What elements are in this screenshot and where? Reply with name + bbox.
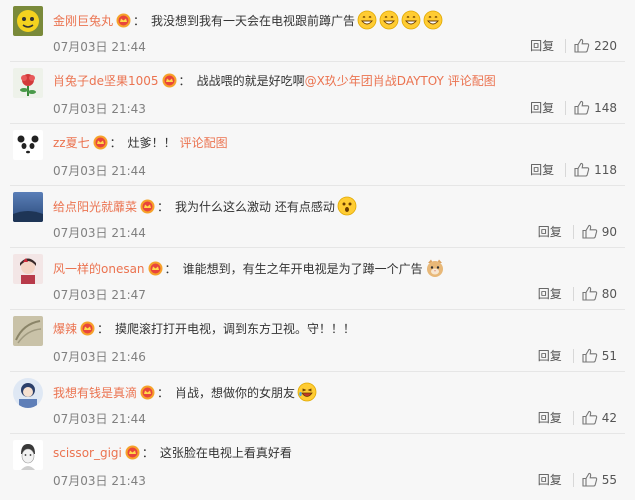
reply-button[interactable]: 回复 (538, 285, 562, 302)
like-count: 220 (594, 38, 617, 53)
avatar[interactable] (13, 254, 43, 284)
crown-badge-icon (140, 385, 155, 405)
comment-text: 战战喂的就是好吃啊 (196, 74, 305, 88)
like-button[interactable]: 148 (574, 100, 617, 115)
like-count: 90 (601, 224, 617, 239)
mention-link[interactable]: @X玖少年团肖战DAYTOY 评论配图 (305, 74, 496, 88)
username-link[interactable]: 我想有钱是真滴 (53, 386, 137, 400)
reply-button[interactable]: 回复 (538, 409, 562, 426)
username-link[interactable]: 给点阳光就蘼菜 (53, 200, 137, 214)
comment-text: 我没想到我有一天会在电视跟前蹲广告 (151, 14, 356, 28)
comment-item: zz夏七：灶爹！！ 评论配图 07月03日 21:44 回复 118 (0, 124, 635, 186)
comment-item: 肖兔子de坚果1005：战战喂的就是好吃啊@X玖少年团肖战DAYTOY 评论配图… (0, 62, 635, 124)
thumbs-up-icon (582, 286, 597, 301)
username-link[interactable]: 肖兔子de坚果1005 (53, 74, 159, 88)
avatar[interactable] (13, 316, 43, 346)
like-button[interactable]: 80 (582, 286, 617, 301)
avatar[interactable] (13, 378, 43, 408)
laugh-emoji-icon (297, 382, 317, 407)
cat-emoji-icon (425, 258, 445, 283)
thumbs-up-icon (582, 410, 597, 425)
thumbs-up-icon (582, 472, 597, 487)
grin-emoji-icon (423, 10, 443, 35)
like-count: 148 (594, 100, 617, 115)
reply-button[interactable]: 回复 (530, 99, 554, 116)
thumbs-up-icon (582, 224, 597, 239)
like-button[interactable]: 90 (582, 224, 617, 239)
comment-time: 07月03日 21:44 (53, 412, 146, 426)
crown-badge-icon (162, 73, 177, 93)
crown-badge-icon (148, 261, 163, 281)
grin-emoji-icon (379, 10, 399, 35)
comment-item: 我想有钱是真滴：肖战，想做你的女朋友 07月03日 21:44 回复 42 (0, 372, 635, 434)
comment-text: 我为什么这么激动 还有点感动 (175, 200, 335, 214)
thumbs-up-icon (574, 162, 590, 177)
comment-time: 07月03日 21:43 (53, 102, 146, 116)
reply-button[interactable]: 回复 (538, 471, 562, 488)
thumbs-up-icon (582, 348, 597, 363)
comment-time: 07月03日 21:44 (53, 226, 146, 240)
reply-button[interactable]: 回复 (538, 347, 562, 364)
thumbs-up-icon (574, 38, 590, 53)
avatar[interactable] (13, 68, 43, 98)
username-link[interactable]: 金刚巨兔丸 (53, 14, 113, 28)
avatar[interactable] (13, 440, 43, 470)
crown-badge-icon (125, 445, 140, 465)
comment-text: 肖战，想做你的女朋友 (175, 386, 296, 400)
like-button[interactable]: 51 (582, 348, 617, 363)
comment-time: 07月03日 21:44 (53, 40, 146, 54)
like-count: 42 (601, 410, 617, 425)
username-link[interactable]: zz夏七 (53, 136, 90, 150)
reply-button[interactable]: 回复 (538, 223, 562, 240)
username-link[interactable]: scissor_gigi (53, 446, 122, 460)
comment-time: 07月03日 21:46 (53, 350, 146, 364)
like-button[interactable]: 118 (574, 162, 617, 177)
comment-item: scissor_gigi：这张脸在电视上看真好看 07月03日 21:43 回复… (0, 434, 635, 496)
grin-emoji-icon (401, 10, 421, 35)
username-link[interactable]: 风一样的onesan (53, 262, 145, 276)
like-button[interactable]: 42 (582, 410, 617, 425)
crown-badge-icon (140, 199, 155, 219)
grin-emoji-icon (357, 10, 377, 35)
comment-text: 这张脸在电视上看真好看 (159, 446, 292, 460)
comment-time: 07月03日 21:44 (53, 164, 146, 178)
shock-emoji-icon (337, 196, 357, 221)
comment-text: 谁能想到，有生之年开电视是为了蹲一个广告 (182, 262, 423, 276)
like-button[interactable]: 55 (582, 472, 617, 487)
avatar[interactable] (13, 130, 43, 160)
avatar[interactable] (13, 192, 43, 222)
like-count: 51 (601, 348, 617, 363)
thumbs-up-icon (574, 100, 590, 115)
like-button[interactable]: 220 (574, 38, 617, 53)
comment-time: 07月03日 21:43 (53, 474, 146, 488)
comment-item: 金刚巨兔丸：我没想到我有一天会在电视跟前蹲广告 07月03日 21:44 回复 … (0, 0, 635, 62)
comment-text: 摸爬滚打打开电视，调到东方卫视。守！！！ (115, 322, 356, 336)
avatar[interactable] (13, 6, 43, 36)
comment-item: 爆辣：摸爬滚打打开电视，调到东方卫视。守！！！ 07月03日 21:46 回复 … (0, 310, 635, 372)
like-count: 55 (601, 472, 617, 487)
reply-button[interactable]: 回复 (530, 161, 554, 178)
image-link[interactable]: 评论配图 (180, 136, 228, 150)
crown-badge-icon (116, 13, 131, 33)
username-link[interactable]: 爆辣 (53, 322, 77, 336)
reply-button[interactable]: 回复 (530, 37, 554, 54)
comment-text: 灶爹！！ (127, 136, 176, 150)
like-count: 80 (601, 286, 617, 301)
comment-item: 给点阳光就蘼菜：我为什么这么激动 还有点感动 07月03日 21:44 回复 9… (0, 186, 635, 248)
comment-time: 07月03日 21:47 (53, 288, 146, 302)
comment-item: 风一样的onesan：谁能想到，有生之年开电视是为了蹲一个广告 07月03日 2… (0, 248, 635, 310)
comment-list: 金刚巨兔丸：我没想到我有一天会在电视跟前蹲广告 07月03日 21:44 回复 … (0, 0, 635, 500)
crown-badge-icon (93, 135, 108, 155)
crown-badge-icon (80, 321, 95, 341)
like-count: 118 (594, 162, 617, 177)
